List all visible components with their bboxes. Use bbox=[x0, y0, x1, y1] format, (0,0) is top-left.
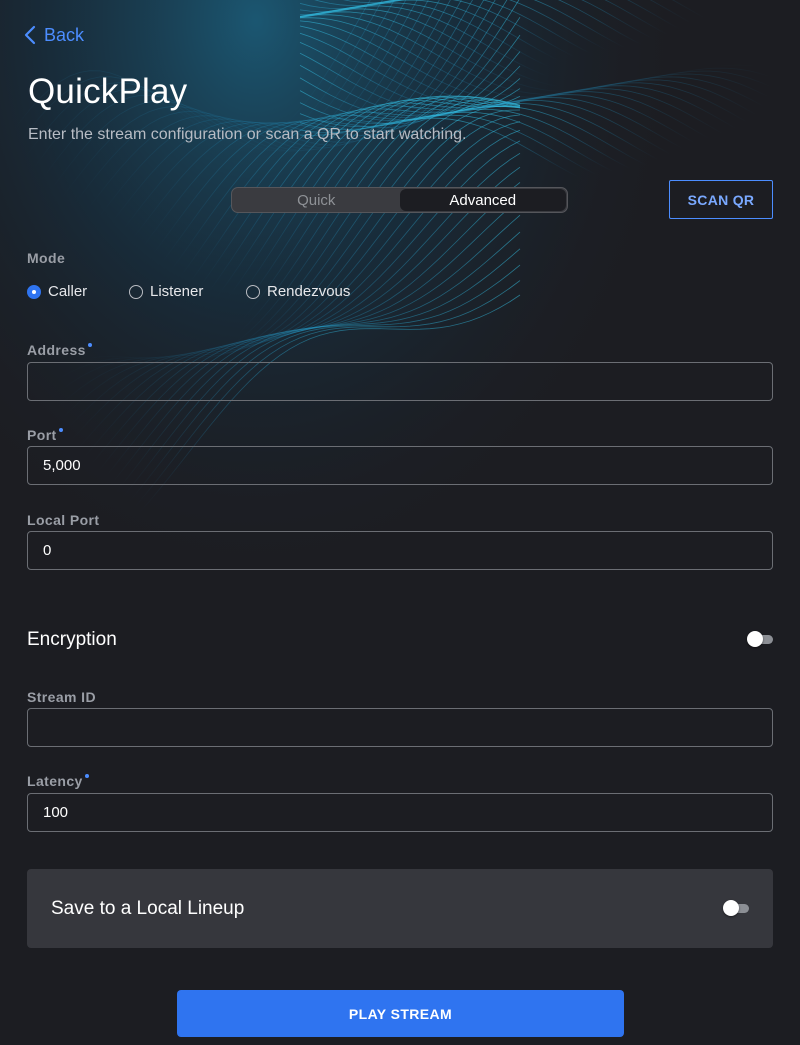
encryption-toggle[interactable] bbox=[747, 631, 773, 647]
chevron-left-icon bbox=[24, 25, 36, 45]
wave-line bbox=[299, 0, 800, 75]
back-button[interactable]: Back bbox=[24, 22, 84, 48]
stream-id-label: Stream ID bbox=[27, 689, 96, 705]
wave-line bbox=[299, 11, 800, 115]
local-port-input[interactable]: 0 bbox=[27, 531, 773, 570]
radio-unchecked-icon bbox=[246, 284, 260, 299]
save-lineup-label: Save to a Local Lineup bbox=[51, 898, 245, 919]
radio-listener[interactable]: Listener bbox=[129, 283, 246, 300]
wave-line bbox=[299, 5, 800, 91]
page-subtitle: Enter the stream configuration or scan a… bbox=[28, 126, 467, 143]
radio-rendezvous-label: Rendezvous bbox=[267, 283, 351, 300]
page-title: QuickPlay bbox=[28, 72, 188, 111]
wave-line bbox=[383, 0, 800, 63]
wave-line bbox=[299, 52, 800, 175]
radio-listener-label: Listener bbox=[150, 283, 204, 300]
address-input[interactable] bbox=[27, 362, 773, 401]
radio-unchecked-icon bbox=[129, 284, 143, 299]
wave-line bbox=[314, 0, 800, 69]
wave-line bbox=[299, 14, 800, 128]
local-port-label: Local Port bbox=[27, 512, 100, 528]
wave-line bbox=[299, 0, 800, 72]
wave-line bbox=[299, 8, 800, 103]
wave-line bbox=[604, 0, 800, 60]
port-label: Port bbox=[27, 427, 63, 443]
segment-quick[interactable]: Quick bbox=[233, 189, 400, 211]
address-label: Address bbox=[27, 342, 92, 358]
wave-line bbox=[0, 0, 508, 327]
wave-line bbox=[649, 0, 800, 54]
wave-line bbox=[299, 2, 800, 83]
mode-segmented-control: Quick Advanced bbox=[231, 187, 568, 213]
latency-label: Latency bbox=[27, 773, 89, 789]
latency-input[interactable]: 100 bbox=[27, 793, 773, 832]
segment-advanced[interactable]: Advanced bbox=[399, 189, 566, 211]
play-stream-button[interactable]: PLAY STREAM bbox=[177, 990, 624, 1037]
radio-caller-label: Caller bbox=[48, 283, 88, 300]
wave-line bbox=[299, 108, 800, 190]
encryption-label: Encryption bbox=[27, 629, 117, 650]
wave-line bbox=[300, 0, 800, 78]
wave-line bbox=[299, 32, 800, 167]
wave-line bbox=[299, 0, 800, 81]
scan-qr-button[interactable]: SCAN QR bbox=[669, 180, 773, 219]
wave-line bbox=[627, 0, 800, 57]
wave-line bbox=[342, 0, 800, 66]
mode-radio-group: Caller Listener Rendezvous bbox=[27, 283, 350, 300]
required-indicator bbox=[58, 428, 63, 432]
radio-rendezvous[interactable]: Rendezvous bbox=[246, 283, 350, 300]
wave-line bbox=[299, 64, 800, 178]
back-label: Back bbox=[44, 24, 85, 45]
required-indicator bbox=[87, 343, 92, 347]
wave-line bbox=[299, 102, 800, 187]
wave-line bbox=[0, 78, 521, 353]
wave-line bbox=[0, 0, 496, 322]
radio-caller[interactable]: Caller bbox=[27, 283, 129, 300]
save-lineup-toggle[interactable] bbox=[723, 900, 749, 916]
save-lineup-card: Save to a Local Lineup bbox=[27, 869, 773, 948]
wave-line bbox=[0, 0, 520, 331]
wave-line bbox=[672, 0, 800, 51]
port-input[interactable]: 5,000 bbox=[27, 446, 773, 485]
stream-id-input[interactable] bbox=[27, 708, 773, 747]
radio-checked-icon bbox=[27, 284, 41, 299]
wave-line bbox=[299, 42, 800, 172]
required-indicator bbox=[84, 774, 89, 778]
mode-label: Mode bbox=[27, 250, 66, 266]
